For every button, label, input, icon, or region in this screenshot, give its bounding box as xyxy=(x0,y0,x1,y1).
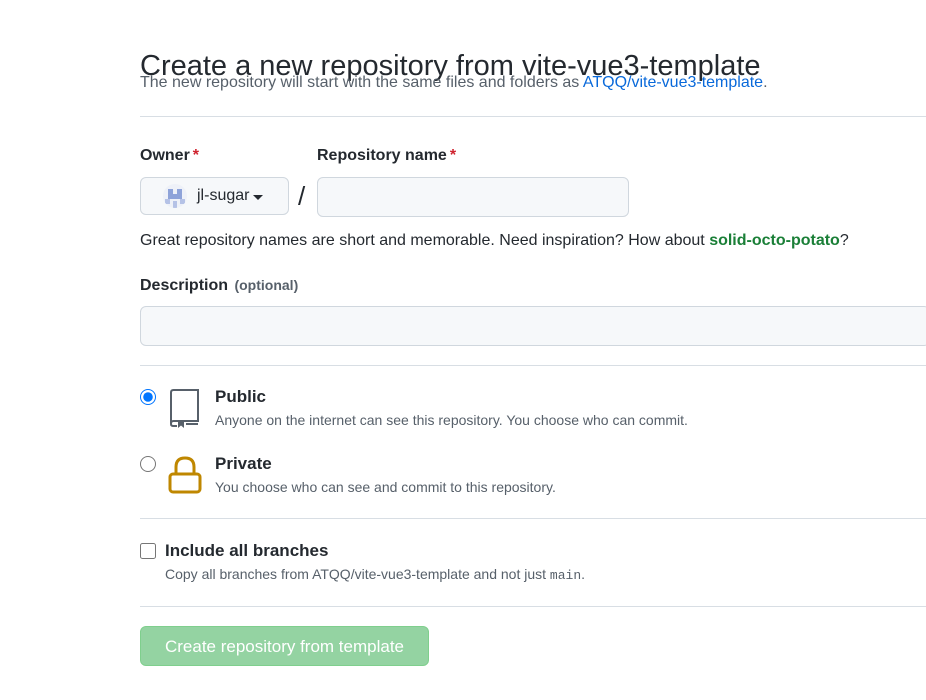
owner-repository-separator: / xyxy=(298,181,306,211)
chevron-down-icon xyxy=(253,194,264,200)
description-optional-text: (optional) xyxy=(234,277,299,293)
page-subtitle: The new repository will start with the s… xyxy=(140,73,768,93)
description-input[interactable] xyxy=(140,306,926,346)
repository-name-label: Repository name * xyxy=(317,146,456,166)
owner-required-marker: * xyxy=(192,147,200,164)
repo-icon xyxy=(170,389,199,428)
branches-description-prefix: Copy all branches from ATQQ/vite-vue3-te… xyxy=(165,566,547,582)
owner-label: Owner * xyxy=(140,146,199,166)
branches-description-suffix: . xyxy=(581,566,586,582)
create-repository-button[interactable]: Create repository from template xyxy=(140,626,429,666)
repository-name-input[interactable] xyxy=(317,177,629,217)
repository-name-hint: Great repository names are short and mem… xyxy=(140,230,849,252)
private-option-title: Private xyxy=(215,454,272,473)
private-option-description: You choose who can see and commit to thi… xyxy=(215,479,556,495)
public-visibility-radio[interactable] xyxy=(140,389,156,405)
owner-label-text: Owner xyxy=(140,147,190,164)
template-link[interactable]: ATQQ/vite-vue3-template xyxy=(583,74,763,91)
public-option-title: Public xyxy=(215,387,267,406)
avatar xyxy=(163,184,187,208)
lock-icon xyxy=(168,456,202,494)
include-all-branches-checkbox[interactable] xyxy=(140,543,156,559)
private-visibility-radio[interactable] xyxy=(140,456,156,472)
visibility-divider xyxy=(140,518,926,519)
header-divider xyxy=(140,116,926,117)
public-option-description: Anyone on the internet can see this repo… xyxy=(215,412,688,428)
create-repository-page: Create a new repository from vite-vue3-t… xyxy=(0,0,926,700)
description-label: Description (optional) xyxy=(140,275,298,296)
include-all-branches-description: Copy all branches from ATQQ/vite-vue3-te… xyxy=(165,564,585,586)
subtitle-prefix: The new repository will start with the s… xyxy=(140,74,580,91)
submit-divider xyxy=(140,606,926,607)
repository-name-label-text: Repository name xyxy=(317,147,447,164)
hint-suffix: ? xyxy=(839,232,849,249)
description-label-text: Description xyxy=(140,277,229,294)
owner-dropdown[interactable]: jl-sugar xyxy=(140,177,289,215)
details-divider xyxy=(140,365,926,366)
hint-prefix: Great repository names are short and mem… xyxy=(140,232,705,249)
include-all-branches-label: Include all branches xyxy=(165,541,329,560)
repository-name-suggestion[interactable]: solid-octo-potato xyxy=(709,232,840,249)
main-branch-name: main xyxy=(549,568,582,583)
owner-name: jl-sugar xyxy=(197,187,250,204)
repository-name-required-marker: * xyxy=(449,147,457,164)
subtitle-suffix: . xyxy=(763,74,768,91)
